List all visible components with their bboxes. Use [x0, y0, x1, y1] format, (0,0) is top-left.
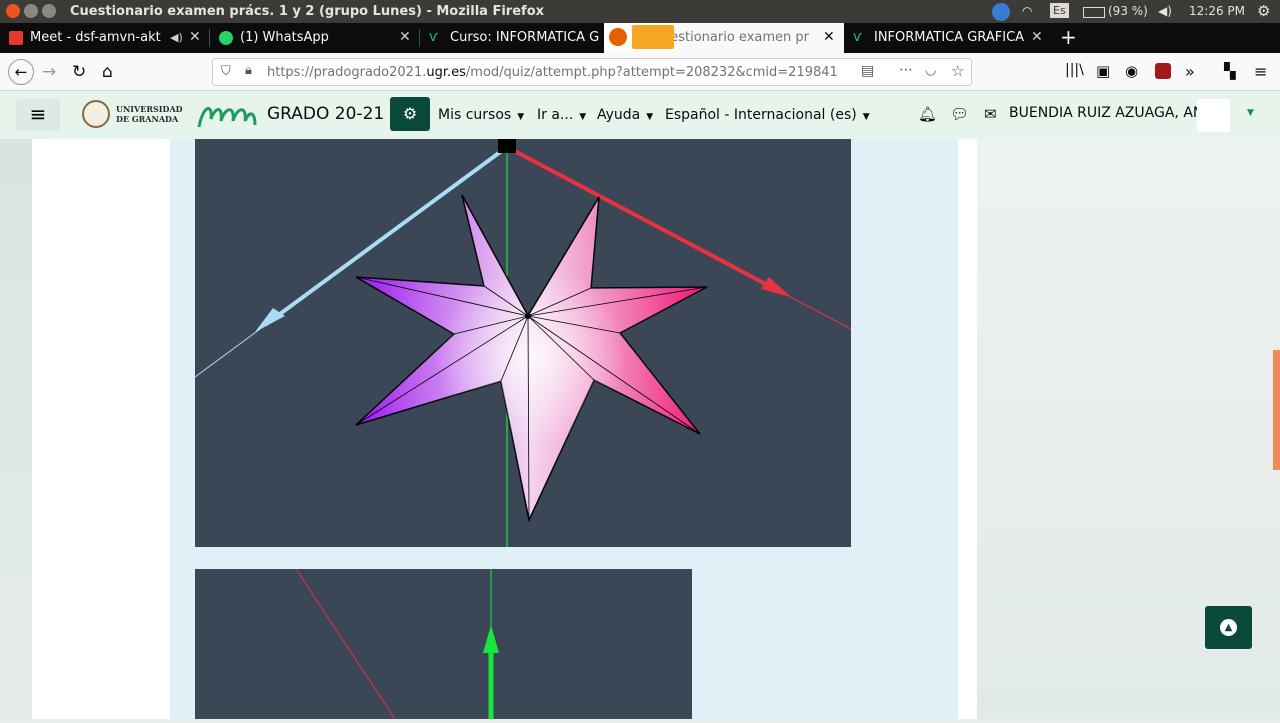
user-name[interactable]: BUENDIA RUIZ AZUAGA, ANA — [1009, 105, 1213, 121]
nav-ir-a[interactable]: Ir a... ▼ — [537, 107, 586, 123]
wifi-icon[interactable]: ◠ — [1022, 4, 1032, 18]
volume-icon[interactable]: ◀) — [1158, 4, 1172, 18]
logo-text-line2: DE GRANADA — [116, 114, 179, 124]
url-bar[interactable]: ⛉ 🔒︎ https://pradogrado2021.ugr.es/mod/q… — [212, 58, 972, 86]
ugr-logo[interactable]: UNIVERSIDAD DE GRANADA — [80, 99, 186, 131]
clock[interactable]: 12:26 PM — [1189, 4, 1245, 18]
ugr-crest-icon — [82, 100, 110, 128]
site-header: ≡ UNIVERSIDAD DE GRANADA GRADO 20-21 ⚙ M… — [0, 91, 1280, 139]
settings-gear-icon[interactable]: ⚙ — [1257, 2, 1270, 20]
tab-curso[interactable]: ѵ Curso: INFORMÁTICA G — [420, 23, 604, 53]
forward-icon[interactable]: → — [42, 62, 56, 82]
origin-marker — [498, 139, 516, 153]
battery-icon[interactable] — [1083, 7, 1105, 18]
axis-x-line — [295, 568, 396, 720]
reload-icon[interactable]: ↻ — [72, 62, 86, 82]
window-title: Cuestionario examen prács. 1 y 2 (grupo … — [70, 4, 545, 19]
back-icon[interactable]: ← — [8, 59, 34, 85]
tab-label: Meet - dsf-amvn-akt — [30, 30, 161, 45]
tab-informatica[interactable]: ѵ INFORMÁTICA GRÁFICA ✕ — [844, 23, 1054, 53]
firefox-icon — [609, 28, 627, 46]
axis-x-arrow — [761, 277, 791, 297]
lock-icon[interactable]: 🔒︎ — [245, 63, 252, 78]
whatsapp-icon — [219, 31, 233, 45]
shield-icon[interactable]: ⛉ — [221, 64, 231, 79]
url-text: https://pradogrado2021.ugr.es/mod/quiz/a… — [267, 65, 838, 80]
back-to-top-button[interactable]: ▲ — [1205, 606, 1252, 649]
chat-icon[interactable]: 💬︎ — [950, 105, 969, 123]
extensions-icon[interactable]: ▚ — [1224, 62, 1236, 80]
tab-meet[interactable]: Meet - dsf-amvn-akt ◀) ✕ — [0, 23, 210, 53]
nav-mis-cursos[interactable]: Mis cursos ▼ — [438, 107, 524, 123]
browser-navbar: ← → ↻ ⌂ ⛉ 🔒︎ https://pradogrado2021.ugr.… — [0, 53, 1280, 91]
account-icon[interactable]: ◉ — [1125, 62, 1138, 80]
axis-y-arrow — [483, 625, 499, 653]
render-canvas-axes — [195, 568, 692, 720]
bookmark-star-icon[interactable]: ☆ — [951, 62, 964, 80]
scrollbar-thumb[interactable] — [1273, 350, 1280, 470]
speaker-icon[interactable]: ◀) — [170, 31, 183, 44]
render-canvas-star — [194, 139, 852, 547]
window-maximize-icon[interactable] — [42, 4, 56, 18]
prado-logo[interactable] — [197, 99, 257, 131]
reader-view-icon[interactable]: ▤ — [861, 63, 874, 79]
sidebar-icon[interactable]: ▣ — [1096, 62, 1110, 80]
tab-label: INFORMÁTICA GRÁFICA — [874, 30, 1024, 45]
background-left — [0, 139, 32, 719]
battery-percent: (93 %) — [1108, 4, 1148, 18]
tab-label: (1) WhatsApp — [240, 30, 329, 45]
overflow-chevron-icon[interactable]: » — [1185, 62, 1195, 81]
user-menu-caret-icon[interactable]: ▼ — [1247, 108, 1254, 118]
keyboard-layout[interactable]: Es — [1050, 3, 1069, 18]
os-title-bar: Cuestionario examen prács. 1 y 2 (grupo … — [0, 0, 1280, 23]
page-actions-icon[interactable]: ⋯ — [899, 62, 913, 78]
prado-icon: ѵ — [853, 29, 863, 45]
gear-icon[interactable]: ⚙ — [390, 97, 430, 131]
tab-close-icon[interactable]: ✕ — [1031, 29, 1043, 45]
window-close-icon[interactable] — [6, 4, 20, 18]
tab-whatsapp[interactable]: (1) WhatsApp ✕ — [210, 23, 420, 53]
nav-language[interactable]: Español - Internacional (es) ▼ — [665, 107, 870, 123]
site-title[interactable]: GRADO 20-21 — [267, 104, 384, 124]
nav-ayuda[interactable]: Ayuda ▼ — [597, 107, 653, 123]
tab-close-icon[interactable]: ✕ — [399, 29, 411, 45]
pocket-icon[interactable]: ◡ — [925, 63, 936, 78]
home-icon[interactable]: ⌂ — [102, 62, 113, 82]
tab-close-icon[interactable]: ✕ — [823, 29, 835, 45]
sharing-indicator[interactable] — [604, 23, 674, 51]
chevron-up-icon: ▲ — [1220, 619, 1237, 636]
avatar[interactable] — [1197, 99, 1230, 132]
axis-x-line — [506, 145, 778, 292]
tab-label: Curso: INFORMÁTICA G — [450, 30, 600, 45]
update-icon[interactable] — [992, 3, 1010, 21]
logo-text-line1: UNIVERSIDAD — [116, 104, 183, 114]
window-minimize-icon[interactable] — [24, 4, 38, 18]
bell-icon[interactable]: 🔔︎ — [918, 105, 937, 123]
prado-icon: ѵ — [429, 29, 439, 45]
tab-close-icon[interactable]: ✕ — [189, 29, 201, 45]
meet-icon — [9, 31, 23, 45]
ublock-icon[interactable] — [1155, 63, 1171, 79]
hamburger-icon[interactable]: ≡ — [16, 99, 60, 131]
star-shape — [355, 194, 708, 523]
mail-icon[interactable]: ✉ — [984, 105, 997, 123]
tab-label: uestionario examen pr — [662, 30, 809, 45]
camera-mic-icon[interactable] — [632, 25, 674, 49]
library-icon[interactable]: |||\ — [1065, 62, 1084, 78]
app-menu-icon[interactable]: ≡ — [1254, 62, 1267, 81]
new-tab-plus-icon[interactable]: + — [1060, 25, 1077, 49]
